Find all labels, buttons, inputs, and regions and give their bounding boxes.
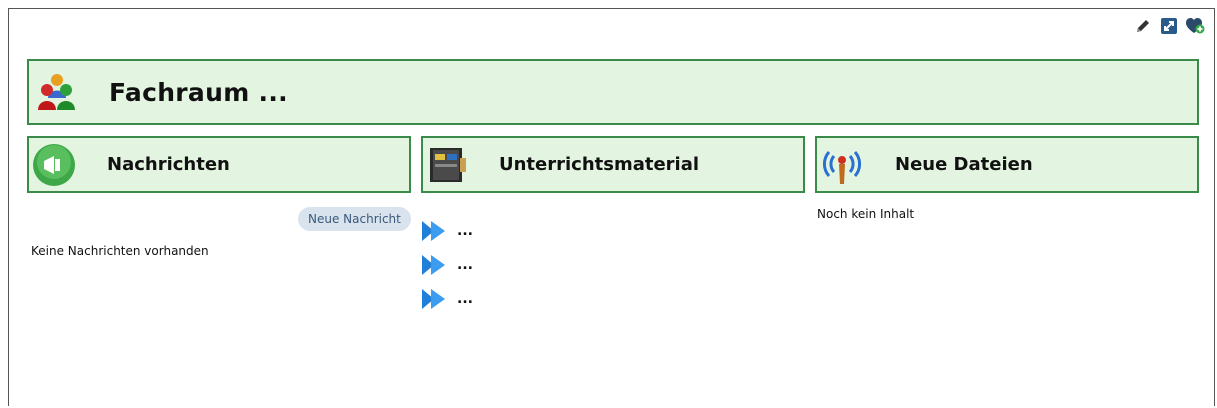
list-item-label: ...	[457, 223, 473, 239]
section-heading: Nachrichten	[107, 154, 230, 175]
empty-messages-text: Keine Nachrichten vorhanden	[31, 244, 209, 258]
double-arrow-icon	[422, 255, 445, 275]
list-item[interactable]: ...	[421, 282, 473, 316]
list-item[interactable]: ...	[421, 214, 473, 248]
section-heading: Neue Dateien	[895, 154, 1033, 175]
expand-icon[interactable]	[1159, 16, 1179, 36]
list-item-label: ...	[457, 291, 473, 307]
section-header-nachrichten[interactable]: Nachrichten	[27, 136, 411, 193]
material-list: ... ... ...	[421, 214, 473, 316]
pencil-icon[interactable]	[1133, 16, 1153, 36]
empty-files-text: Noch kein Inhalt	[817, 207, 915, 221]
section-header-material[interactable]: Unterrichtsmaterial	[421, 136, 805, 193]
toolbar	[1133, 16, 1205, 36]
list-item-label: ...	[457, 257, 473, 273]
new-message-button[interactable]: Neue Nachricht	[298, 207, 411, 231]
list-item[interactable]: ...	[421, 248, 473, 282]
section-header-dateien[interactable]: Neue Dateien	[815, 136, 1199, 193]
broadcast-icon	[819, 142, 865, 188]
megaphone-icon	[31, 142, 77, 188]
heart-add-icon[interactable]	[1185, 16, 1205, 36]
page-header: Fachraum ...	[27, 59, 1199, 125]
double-arrow-icon	[422, 289, 445, 309]
page-title: Fachraum ...	[109, 77, 288, 107]
users-group-icon	[38, 74, 75, 110]
book-icon	[425, 142, 471, 188]
section-heading: Unterrichtsmaterial	[499, 154, 700, 175]
double-arrow-icon	[422, 221, 445, 241]
